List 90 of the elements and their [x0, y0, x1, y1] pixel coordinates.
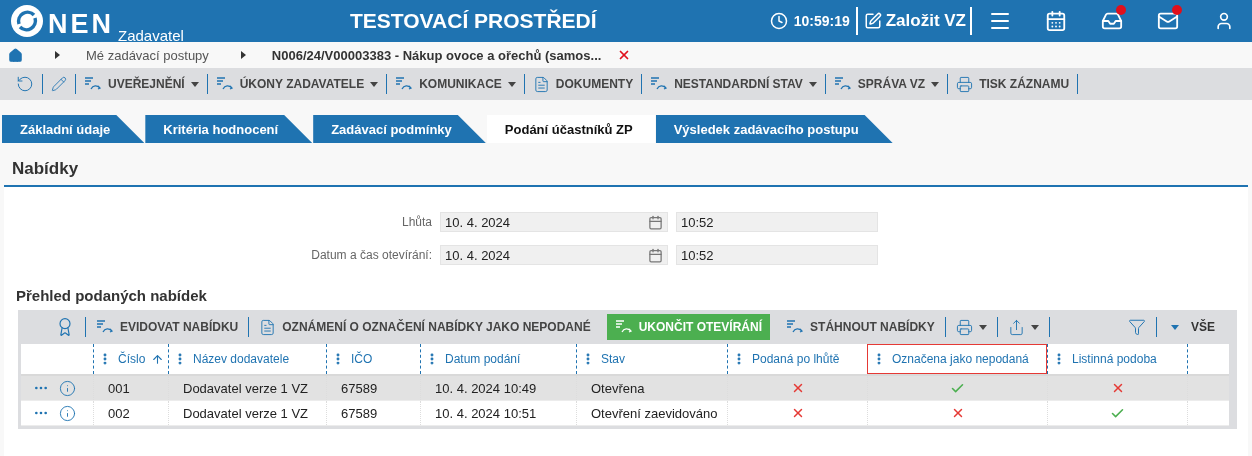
clock-icon	[769, 12, 788, 30]
info-icon[interactable]	[59, 379, 76, 397]
caret-icon	[1030, 324, 1039, 330]
column-header[interactable]: Stav	[576, 344, 727, 374]
calendar-icon	[1045, 10, 1067, 32]
column-header[interactable]: Označena jako nepodaná	[867, 344, 1047, 374]
breadcrumb-link[interactable]: Mé zadávací postupy	[86, 47, 209, 63]
chevron-icon	[240, 51, 246, 59]
toolbar-button[interactable]: DOKUMENTY	[524, 74, 643, 94]
role-label: Zadavatel	[118, 27, 184, 44]
caret-icon	[808, 81, 817, 87]
list-flow-icon	[650, 76, 669, 92]
refresh-icon	[16, 75, 34, 93]
filter-value[interactable]: VŠE	[1191, 320, 1215, 334]
column-header[interactable]: Datum podání	[420, 344, 576, 374]
table-cell: Dodavatel verze 1 VZ	[168, 376, 326, 400]
printer-icon	[955, 318, 973, 336]
toolbar-button[interactable]: UVEŘEJNĚNÍ	[76, 74, 208, 94]
logo-text: NEN	[48, 10, 114, 38]
document-icon	[259, 318, 277, 336]
list-flow-icon	[786, 319, 805, 335]
tab[interactable]: Kritéria hodnocení	[145, 115, 313, 143]
time-field[interactable]: 10:52	[676, 245, 878, 265]
session-time: 10:59:19	[793, 13, 850, 29]
date-field[interactable]: 10. 4. 2024	[440, 245, 668, 265]
list-flow-icon	[215, 76, 234, 92]
column-header[interactable]: Listinná podoba	[1047, 344, 1187, 374]
edit-icon	[863, 12, 882, 30]
list-flow-icon	[833, 76, 852, 92]
grid-title: Přehled podaných nabídek	[15, 286, 208, 306]
column-header[interactable]: Podaná po lhůtě	[727, 344, 867, 374]
toolbar-button[interactable]: NESTANDARDNÍ STAV	[642, 74, 826, 94]
table-cell: Otevření zaevidováno	[576, 401, 727, 425]
column-header[interactable]: Název dodavatele	[168, 344, 326, 374]
table-cell: 10. 4. 2024 10:51	[420, 401, 576, 425]
list-flow-icon	[614, 319, 633, 335]
toolbar-button[interactable]: STÁHNOUT NABÍDKY	[778, 317, 943, 337]
filter-icon[interactable]	[1128, 318, 1146, 336]
mail-icon	[1157, 10, 1179, 32]
caret-icon	[507, 81, 516, 87]
share-icon	[1007, 318, 1025, 336]
column-header[interactable]: IČO	[326, 344, 420, 374]
tab[interactable]: Základní údaje	[2, 115, 145, 143]
toolbar-button[interactable]: KOMUNIKACE	[387, 74, 525, 94]
pencil-icon	[51, 76, 67, 92]
section-title: Nabídky	[4, 143, 1248, 187]
document-icon	[532, 75, 550, 93]
list-flow-icon	[84, 76, 102, 92]
environment-title: TESTOVACÍ PROSTŘEDÍ	[350, 9, 598, 33]
toolbar-button[interactable]: OZNÁMENÍ O OZNAČENÍ NABÍDKY JAKO NEPODANÉ	[251, 317, 599, 337]
field-label: Datum a čas otevírání:	[310, 248, 433, 262]
home-icon[interactable]	[8, 47, 23, 63]
printer-icon	[956, 75, 974, 93]
breadcrumb-link[interactable]: N006/24/V00003383 - Nákup ovoce a ořechů (samos...	[271, 47, 602, 63]
time-field[interactable]: 10:52	[676, 212, 878, 232]
table-row[interactable]: 001 Dodavatel verze 1 VZ 67589 10. 4. 2024 10:49 Otevřena	[21, 376, 1229, 401]
calendar-icon	[648, 214, 663, 230]
create-button[interactable]: Založit VZ	[859, 7, 972, 35]
info-icon[interactable]	[59, 404, 76, 422]
table-cell: 10. 4. 2024 10:49	[420, 376, 576, 400]
date-field[interactable]: 10. 4. 2024	[440, 212, 668, 232]
table-cell: 67589	[326, 376, 420, 400]
inbox-icon	[1101, 10, 1123, 32]
chevron-icon	[55, 51, 60, 59]
calendar-icon	[648, 247, 663, 263]
toolbar-button[interactable]: EVIDOVAT NABÍDKU	[88, 317, 247, 337]
caret-icon	[190, 81, 199, 87]
field-label: Lhůta	[400, 215, 433, 229]
tab[interactable]: Výsledek zadávacího postupu	[655, 115, 893, 143]
toolbar-button[interactable]: TISK ZÁZNAMU	[948, 74, 1079, 94]
table-cell: Dodavatel verze 1 VZ	[168, 401, 326, 425]
tab[interactable]: Podání účastníků ZP	[486, 115, 655, 143]
toolbar-button[interactable]: SPRÁVA VZ	[825, 74, 949, 94]
toolbar-button[interactable]: ÚKONY ZADAVATELE	[207, 74, 388, 94]
caret-icon[interactable]	[1171, 324, 1179, 330]
caret-icon	[370, 81, 379, 87]
table-row[interactable]: 002 Dodavatel verze 1 VZ 67589 10. 4. 2024 10:51 Otevření zaevidováno	[21, 401, 1229, 426]
list-flow-icon	[96, 319, 114, 335]
table-cell: Otevřena	[576, 376, 727, 400]
sort-icon	[151, 352, 165, 366]
caret-icon	[978, 324, 987, 330]
column-header[interactable]: Číslo	[93, 344, 168, 374]
table-cell: 001	[93, 376, 168, 400]
logo-icon	[10, 4, 44, 38]
user-icon	[1214, 11, 1234, 31]
list-flow-icon	[395, 76, 414, 92]
caret-icon	[931, 81, 940, 87]
table-cell: 67589	[326, 401, 420, 425]
tab[interactable]: Zadávací podmínky	[313, 115, 486, 143]
table-cell: 002	[93, 401, 168, 425]
